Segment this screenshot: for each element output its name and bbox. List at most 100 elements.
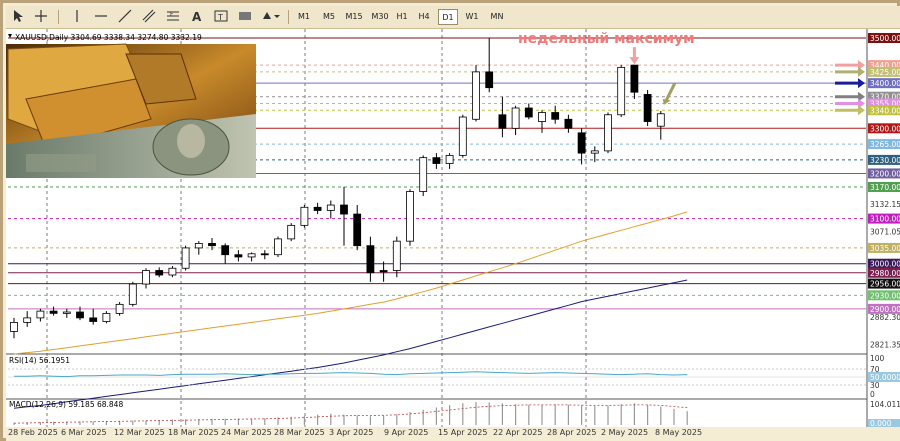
candle-body: [76, 311, 84, 319]
price-chart[interactable]: 3500.003440.003425.003400.003370.003355.…: [6, 29, 900, 428]
svg-text:T: T: [217, 13, 223, 22]
date-label: 15 Apr 2025: [438, 428, 488, 437]
price-level-label: 3230.00: [870, 156, 900, 165]
candle-body: [577, 132, 586, 154]
candle-body: [604, 114, 612, 152]
timeframe-m30[interactable]: M30: [368, 9, 392, 25]
price-level-label: 3035.00: [870, 244, 900, 253]
candle-body: [498, 114, 507, 129]
cursor-icon[interactable]: [10, 9, 26, 25]
candle-body: [221, 245, 230, 256]
shapes-dropdown-icon[interactable]: [260, 9, 282, 25]
rsi-scale-label: 30: [870, 381, 880, 390]
date-label: 8 May 2025: [655, 428, 703, 437]
candle-body: [472, 71, 480, 120]
price-tick-label: 3071.05: [870, 228, 900, 237]
portrait-face: [177, 124, 205, 158]
candle-body: [89, 317, 98, 322]
candle-body: [445, 154, 454, 164]
timeframe-d1[interactable]: D1: [438, 9, 458, 25]
timeframe-m1[interactable]: M1: [294, 9, 314, 25]
candle-body: [379, 270, 388, 273]
candle-body: [353, 213, 362, 247]
candle-body: [630, 64, 639, 93]
date-label: 2 May 2025: [601, 428, 649, 437]
candle: [181, 245, 190, 271]
weekly-high-annotation: недельный максимум: [518, 31, 695, 47]
price-level-label: 3000.00: [870, 260, 900, 269]
candle-body: [234, 254, 243, 258]
vertical-line-icon[interactable]: [68, 9, 86, 25]
date-label: 28 Apr 2025: [547, 428, 597, 437]
candle-body: [551, 112, 560, 120]
svg-text:F: F: [170, 11, 174, 18]
candle: [128, 281, 137, 307]
candle-body: [300, 206, 309, 226]
candle-body: [115, 303, 124, 314]
timeframe-m15[interactable]: M15: [342, 9, 366, 25]
candle: [300, 205, 309, 228]
candle: [287, 223, 296, 242]
price-level-label: 3100.00: [870, 215, 900, 224]
toolbar: F A T M1 M5 M15 M30 H1 H4 D1 W1 MN: [6, 6, 900, 29]
date-label: 24 Mar 2025: [221, 428, 272, 437]
trendline-icon[interactable]: [116, 9, 134, 25]
candle-body: [538, 112, 546, 122]
candle-body: [102, 312, 111, 322]
candle-body: [326, 204, 335, 211]
price-level-label: 3200.00: [870, 169, 900, 178]
rectangle-icon[interactable]: [236, 9, 254, 25]
chart-area[interactable]: 3500.00 3440.00 3425.00 3400.00 3370.00 3355.…: [6, 29, 900, 428]
candle-body: [366, 245, 375, 274]
terminal-window: F A T M1 M5 M15 M30 H1 H4 D1 W1 MN 3500.00 3440.0…: [0, 0, 900, 441]
macd-scale-label: 0.000: [870, 419, 892, 427]
price-tick-label: 2882.30: [870, 313, 900, 322]
macd-label: MACD(12,26,9) 59.185 68.848: [9, 400, 123, 409]
date-label: 18 Mar 2025: [168, 428, 219, 437]
candle-body: [590, 150, 599, 154]
timeframe-mn[interactable]: MN: [486, 9, 508, 25]
fibonacci-icon[interactable]: F: [164, 9, 182, 25]
candle: [643, 89, 652, 127]
candle-body: [260, 253, 269, 256]
crosshair-icon[interactable]: [32, 9, 50, 25]
candle: [274, 236, 282, 257]
price-level-label: 3425.00: [870, 68, 900, 77]
channel-icon[interactable]: [140, 9, 158, 25]
candle-body: [208, 243, 216, 247]
candle-body: [419, 157, 428, 192]
timeframe-h4[interactable]: H4: [414, 9, 434, 25]
price-level-label: 3340.00: [870, 106, 900, 115]
timeframe-w1[interactable]: W1: [462, 9, 482, 25]
candle: [617, 65, 626, 118]
candle-body: [155, 270, 164, 276]
price-tick-label: 2821.35: [870, 340, 900, 349]
text-tool-icon[interactable]: A: [188, 9, 206, 25]
candle-body: [524, 107, 533, 118]
rsi-label: RSI(14) 56.1951: [9, 356, 70, 365]
price-level-label: 2980.00: [870, 269, 900, 278]
candle: [458, 114, 467, 158]
candle-body: [643, 94, 652, 122]
candle-body: [432, 157, 441, 164]
candle-body: [274, 238, 282, 256]
candle-body: [564, 118, 573, 129]
timeframe-m5[interactable]: M5: [318, 9, 340, 25]
candle-body: [36, 310, 45, 319]
candle-body: [656, 113, 665, 127]
candle-body: [485, 71, 494, 89]
candle-body: [10, 322, 18, 332]
candle-body: [49, 310, 58, 314]
candle-body: [23, 317, 32, 323]
candle-body: [511, 107, 520, 129]
candle-body: [340, 204, 348, 215]
candle-body: [181, 247, 190, 269]
text-label-icon[interactable]: T: [212, 9, 230, 25]
candle-body: [62, 311, 71, 314]
date-label: 28 Mar 2025: [274, 428, 325, 437]
candle-body: [458, 116, 467, 156]
candle-body: [406, 191, 414, 242]
timeframe-h1[interactable]: H1: [392, 9, 412, 25]
macd-scale-label: 104.011: [870, 400, 900, 409]
horizontal-line-icon[interactable]: [92, 9, 110, 25]
